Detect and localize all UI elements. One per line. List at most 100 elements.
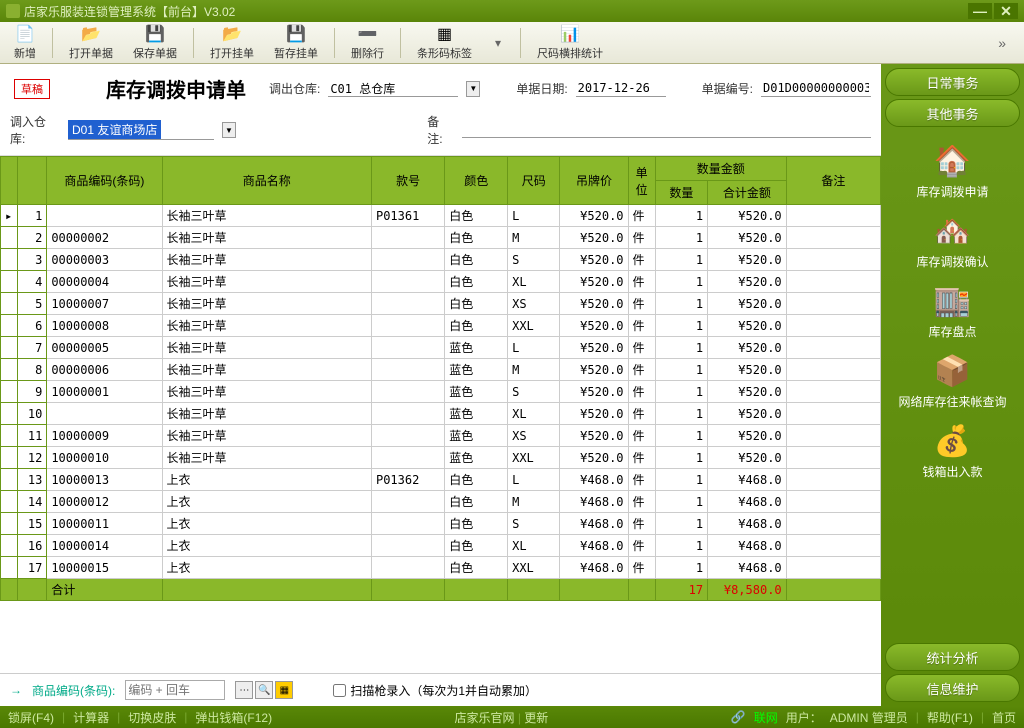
info-maintain-button[interactable]: 信息维护 xyxy=(885,674,1020,702)
stat-icon: 📊 xyxy=(560,24,580,44)
out-warehouse-input[interactable] xyxy=(328,80,458,97)
doc-no-input[interactable] xyxy=(761,80,871,97)
delete-row-button[interactable]: ➖删除行 xyxy=(347,22,388,63)
table-row[interactable]: 1310000013上衣P01362白色L¥468.0件1¥468.0 xyxy=(1,469,881,491)
save-doc-button[interactable]: 💾保存单据 xyxy=(129,22,181,63)
minimize-button[interactable]: — xyxy=(968,3,992,19)
barcode-button[interactable]: ▦条形码标签 xyxy=(413,22,476,63)
grid-footer: → 商品编码(条码): ⋯ 🔍 ▦ 扫描枪录入（每次为1并自动累加） xyxy=(0,673,881,706)
hold-icon: 💾 xyxy=(286,24,306,44)
table-row[interactable]: 1410000012上衣白色M¥468.0件1¥468.0 xyxy=(1,491,881,513)
zoom-button[interactable]: 🔍 xyxy=(255,681,273,699)
table-row[interactable]: 700000005长袖三叶草蓝色L¥520.0件1¥520.0 xyxy=(1,337,881,359)
remark-label: 备注: xyxy=(427,113,454,147)
calculator-link[interactable]: 计算器 xyxy=(73,709,109,726)
other-tasks-button[interactable]: 其他事务 xyxy=(885,99,1020,127)
total-qty: 17 xyxy=(655,579,707,601)
lock-screen-link[interactable]: 锁屏(F4) xyxy=(8,709,54,726)
delete-icon: ➖ xyxy=(358,24,378,44)
doc-date-input[interactable] xyxy=(576,80,666,97)
daily-tasks-button[interactable]: 日常事务 xyxy=(885,68,1020,96)
network-icon: 🔗 xyxy=(731,710,746,724)
col-unit[interactable]: 单位 xyxy=(628,157,655,205)
data-grid: 商品编码(条码) 商品名称 款号 颜色 尺码 吊牌价 单位 数量金额 备注 数量… xyxy=(0,156,881,673)
doc-no-label: 单据编号: xyxy=(702,80,753,97)
scanner-checkbox[interactable]: 扫描枪录入（每次为1并自动累加） xyxy=(333,682,537,699)
grid-button[interactable]: ▦ xyxy=(275,681,293,699)
table-row[interactable]: 300000003长袖三叶草白色S¥520.0件1¥520.0 xyxy=(1,249,881,271)
table-row[interactable]: 1610000014上衣白色XL¥468.0件1¥468.0 xyxy=(1,535,881,557)
in-warehouse-dropdown[interactable]: ▼ xyxy=(222,122,236,138)
table-row[interactable]: 1510000011上衣白色S¥468.0件1¥468.0 xyxy=(1,513,881,535)
table-row[interactable]: 10长袖三叶草蓝色XL¥520.0件1¥520.0 xyxy=(1,403,881,425)
doc-date-label: 单据日期: xyxy=(516,80,567,97)
col-style[interactable]: 款号 xyxy=(371,157,444,205)
sidebar-item-network-query[interactable]: 📦网络库存往来帐查询 xyxy=(898,352,1006,410)
sidebar-item-inventory[interactable]: 🏬库存盘点 xyxy=(928,282,976,340)
in-warehouse-input[interactable]: D01 友谊商场店 xyxy=(68,120,161,139)
table-row[interactable]: 910000001长袖三叶草蓝色S¥520.0件1¥520.0 xyxy=(1,381,881,403)
stat-analysis-button[interactable]: 统计分析 xyxy=(885,643,1020,671)
help-link[interactable]: 帮助(F1) xyxy=(927,709,973,726)
open-hold-button[interactable]: 📂打开挂单 xyxy=(206,22,258,63)
cashdrawer-link[interactable]: 弹出钱箱(F12) xyxy=(195,709,272,726)
form-header: 草稿 库存调拨申请单 调出仓库: ▼ 单据日期: 单据编号: 调入仓库: D01… xyxy=(0,64,881,156)
col-name[interactable]: 商品名称 xyxy=(162,157,371,205)
draft-badge: 草稿 xyxy=(14,79,50,99)
user-label: 用户： xyxy=(786,709,822,726)
col-qty-amt: 数量金额 xyxy=(655,157,786,181)
col-qty[interactable]: 数量 xyxy=(655,181,707,205)
open-doc-button[interactable]: 📂打开单据 xyxy=(65,22,117,63)
save-icon: 💾 xyxy=(145,24,165,44)
code-entry-label: 商品编码(条码): xyxy=(32,682,115,699)
table-row[interactable]: 200000002长袖三叶草白色M¥520.0件1¥520.0 xyxy=(1,227,881,249)
transfer-request-icon: 🏠 xyxy=(930,142,974,180)
lookup-button[interactable]: ⋯ xyxy=(235,681,253,699)
skin-link[interactable]: 切换皮肤 xyxy=(128,709,176,726)
folder-icon: 📂 xyxy=(222,24,242,44)
close-button[interactable]: ✕ xyxy=(994,3,1018,19)
remark-input[interactable] xyxy=(462,123,871,138)
table-row[interactable]: 800000006长袖三叶草蓝色M¥520.0件1¥520.0 xyxy=(1,359,881,381)
total-label: 合计 xyxy=(47,579,162,601)
sidebar: 日常事务 其他事务 🏠库存调拨申请 🏘️库存调拨确认 🏬库存盘点 📦网络库存往来… xyxy=(881,64,1024,706)
new-icon: 📄 xyxy=(15,24,35,44)
arrow-icon: → xyxy=(10,683,22,697)
barcode-dropdown[interactable]: ▾ xyxy=(488,36,508,50)
table-row[interactable]: 610000008长袖三叶草白色XXL¥520.0件1¥520.0 xyxy=(1,315,881,337)
update-link[interactable]: 更新 xyxy=(524,711,548,725)
user-name: ADMIN 管理员 xyxy=(830,709,908,726)
network-query-icon: 📦 xyxy=(930,352,974,390)
table-row[interactable]: 1110000009长袖三叶草蓝色XS¥520.0件1¥520.0 xyxy=(1,425,881,447)
col-remark[interactable]: 备注 xyxy=(786,157,880,205)
folder-open-icon: 📂 xyxy=(81,24,101,44)
table-row[interactable]: 510000007长袖三叶草白色XS¥520.0件1¥520.0 xyxy=(1,293,881,315)
sidebar-item-cashbox[interactable]: 💰钱箱出入款 xyxy=(922,422,982,480)
online-status: 联网 xyxy=(754,709,778,726)
home-link[interactable]: 首页 xyxy=(992,709,1016,726)
toolbar-overflow[interactable]: » xyxy=(990,35,1014,51)
new-button[interactable]: 📄新增 xyxy=(10,22,40,63)
size-stat-button[interactable]: 📊尺码横排统计 xyxy=(533,22,607,63)
inventory-icon: 🏬 xyxy=(930,282,974,320)
titlebar: 店家乐服装连锁管理系统【前台】V3.02 — ✕ xyxy=(0,0,1024,22)
col-code[interactable]: 商品编码(条码) xyxy=(47,157,162,205)
col-price[interactable]: 吊牌价 xyxy=(560,157,628,205)
official-site-link[interactable]: 店家乐官网 xyxy=(454,711,514,725)
sidebar-item-transfer-confirm[interactable]: 🏘️库存调拨确认 xyxy=(916,212,988,270)
in-warehouse-label: 调入仓库: xyxy=(10,113,60,147)
code-entry-input[interactable] xyxy=(125,680,225,700)
col-color[interactable]: 颜色 xyxy=(445,157,508,205)
app-icon xyxy=(6,4,20,18)
out-warehouse-dropdown[interactable]: ▼ xyxy=(466,81,480,97)
sidebar-item-transfer-request[interactable]: 🏠库存调拨申请 xyxy=(916,142,988,200)
table-row[interactable]: 1210000010长袖三叶草蓝色XXL¥520.0件1¥520.0 xyxy=(1,447,881,469)
col-size[interactable]: 尺码 xyxy=(508,157,560,205)
cashbox-icon: 💰 xyxy=(930,422,974,460)
hold-button[interactable]: 💾暂存挂单 xyxy=(270,22,322,63)
window-title: 店家乐服装连锁管理系统【前台】V3.02 xyxy=(24,3,235,20)
table-row[interactable]: ▸100000001长袖三叶草P01361白色L¥520.0件1¥520.0 xyxy=(1,205,881,227)
table-row[interactable]: 1710000015上衣白色XXL¥468.0件1¥468.0 xyxy=(1,557,881,579)
col-amt[interactable]: 合计金额 xyxy=(708,181,787,205)
table-row[interactable]: 400000004长袖三叶草白色XL¥520.0件1¥520.0 xyxy=(1,271,881,293)
